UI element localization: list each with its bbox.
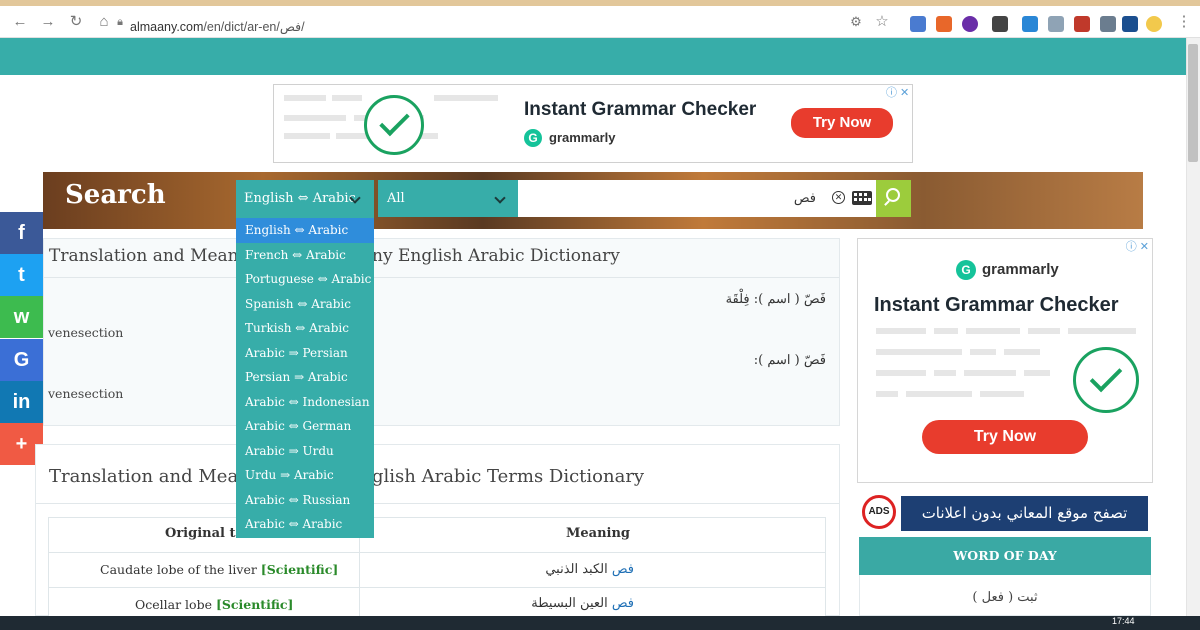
download-icon[interactable]: [1022, 16, 1038, 32]
term-tag[interactable]: [Scientific]: [261, 562, 338, 577]
forward-icon[interactable]: →: [38, 12, 58, 32]
term-original: Caudate lobe of the liver: [100, 562, 257, 577]
try-now-button[interactable]: Try Now: [791, 108, 893, 138]
twitter-icon[interactable]: t: [0, 254, 43, 297]
ad-brand: grammarly: [982, 261, 1059, 278]
language-select[interactable]: English ⇔ Arabic: [236, 180, 374, 217]
extension-icon[interactable]: [992, 16, 1008, 32]
table-row: فص الكبد الذنبي: [545, 562, 634, 577]
language-dropdown-menu[interactable]: English ⇔ Arabic French ⇔ Arabic Portugues…: [236, 217, 374, 538]
search-input[interactable]: [518, 180, 876, 217]
terms-heading-left: Translation and Meani: [49, 466, 256, 487]
top-advertisement[interactable]: Instant Grammar Checker G grammarly Try …: [273, 84, 913, 163]
word-of-day-heading: WORD OF DAY: [859, 537, 1151, 575]
side-advertisement[interactable]: ⓘ ✕ G grammarly Instant Grammar Checker …: [857, 238, 1153, 483]
language-select-value: English ⇔ Arabic: [244, 191, 356, 206]
table-row: Caudate lobe of the liver [Scientific]: [100, 562, 338, 577]
language-option[interactable]: Arabic ⇔ Arabic: [236, 512, 374, 537]
adchoices-icon[interactable]: ⓘ ✕: [886, 84, 909, 100]
term-meaning: العين البسيطة: [531, 596, 608, 611]
reload-icon[interactable]: ↻: [66, 12, 86, 32]
scrollbar-thumb[interactable]: [1188, 44, 1198, 162]
extension-icon[interactable]: [1100, 16, 1116, 32]
try-now-button[interactable]: Try Now: [922, 420, 1088, 454]
term-tag[interactable]: [Scientific]: [216, 597, 293, 612]
ad-headline: Instant Grammar Checker: [874, 294, 1119, 316]
language-option[interactable]: Turkish ⇔ Arabic: [236, 316, 374, 341]
entry-arabic: فَصّ ( اسم ):: [753, 353, 826, 368]
translate-icon[interactable]: ⚙: [846, 12, 866, 32]
category-select-value: All: [387, 191, 405, 206]
url-host: almaany.com: [130, 20, 204, 34]
header-meaning: Meaning: [566, 526, 631, 541]
back-icon[interactable]: ←: [10, 12, 30, 32]
language-option[interactable]: Arabic ⇔ Russian: [236, 488, 374, 513]
terms-heading-right: glish Arabic Terms Dictionary: [372, 466, 645, 487]
no-ads-icon: ADS: [862, 495, 896, 529]
extension-icon[interactable]: [962, 16, 978, 32]
language-option[interactable]: Spanish ⇔ Arabic: [236, 292, 374, 317]
url-field[interactable]: almaany.com/en/dict/ar-en/فص/: [130, 19, 305, 34]
menu-icon[interactable]: ⋮: [1174, 12, 1194, 32]
no-ads-text[interactable]: تصفح موقع المعاني بدون اعلانات: [901, 496, 1148, 531]
keyboard-icon[interactable]: [852, 191, 872, 205]
bookmark-star-icon[interactable]: ☆: [872, 12, 892, 32]
site-header: [0, 38, 1186, 75]
lock-icon[interactable]: 🔒︎: [110, 12, 130, 32]
category-select[interactable]: All: [378, 180, 518, 217]
google-icon[interactable]: G: [0, 338, 43, 381]
taskbar-clock: 17:44: [1112, 616, 1135, 626]
chevron-down-icon: [494, 192, 506, 204]
extension-icon[interactable]: [936, 16, 952, 32]
language-option[interactable]: Urdu ⇒ Arabic: [236, 463, 374, 488]
language-option[interactable]: Arabic ⇒ Urdu: [236, 439, 374, 464]
dictionary-heading-right: ny English Arabic Dictionary: [372, 246, 620, 266]
table-row: فص العين البسيطة: [531, 596, 634, 611]
language-option[interactable]: Arabic ⇒ Persian: [236, 341, 374, 366]
pdf-icon[interactable]: [1074, 16, 1090, 32]
facebook-icon[interactable]: f: [0, 212, 43, 254]
grammarly-logo-icon: G: [524, 129, 542, 147]
table-row: Ocellar lobe [Scientific]: [135, 597, 293, 612]
entry-arabic: فَصّ ( اسم ): فِلْقَة: [725, 292, 826, 307]
dictionary-card: [43, 238, 840, 426]
search-button[interactable]: [876, 180, 911, 217]
language-option[interactable]: Arabic ⇔ German: [236, 414, 374, 439]
ad-headline: Instant Grammar Checker: [524, 99, 757, 120]
term-meaning: الكبد الذنبي: [545, 562, 608, 577]
search-title: Search: [65, 180, 166, 210]
extension-icon[interactable]: [1048, 16, 1064, 32]
url-path: /en/dict/ar-en/فص/: [203, 20, 305, 34]
dictionary-heading-left: Translation and Meaning: [49, 246, 266, 266]
download-icon[interactable]: [1122, 16, 1138, 32]
term-original: Ocellar lobe: [135, 597, 212, 612]
adchoices-icon[interactable]: ⓘ ✕: [1126, 238, 1149, 254]
language-option[interactable]: French ⇔ Arabic: [236, 243, 374, 268]
linkedin-icon[interactable]: in: [0, 380, 43, 423]
term-keyword[interactable]: فص: [612, 562, 634, 577]
entry-english: venesection: [48, 325, 124, 340]
ad-brand: grammarly: [549, 130, 616, 145]
language-option[interactable]: English ⇔ Arabic: [236, 218, 374, 243]
profile-avatar[interactable]: [1146, 16, 1162, 32]
entry-english: venesection: [48, 386, 124, 401]
word-of-day-word[interactable]: ثبت ( فعل ): [859, 590, 1151, 605]
extension-icon[interactable]: [910, 16, 926, 32]
language-option[interactable]: Persian ⇒ Arabic: [236, 365, 374, 390]
language-option[interactable]: Arabic ⇔ Indonesian: [236, 390, 374, 415]
language-option[interactable]: Portuguese ⇔ Arabic: [236, 267, 374, 292]
address-bar: ← → ↻ ⌂ 🔒︎ almaany.com/en/dict/ar-en/فص/…: [0, 6, 1200, 38]
whatsapp-icon[interactable]: w: [0, 296, 43, 339]
clear-icon[interactable]: ✕: [832, 191, 845, 204]
grammarly-logo-icon: G: [956, 260, 976, 280]
term-keyword[interactable]: فص: [612, 596, 634, 611]
os-taskbar: 17:44: [0, 616, 1200, 630]
